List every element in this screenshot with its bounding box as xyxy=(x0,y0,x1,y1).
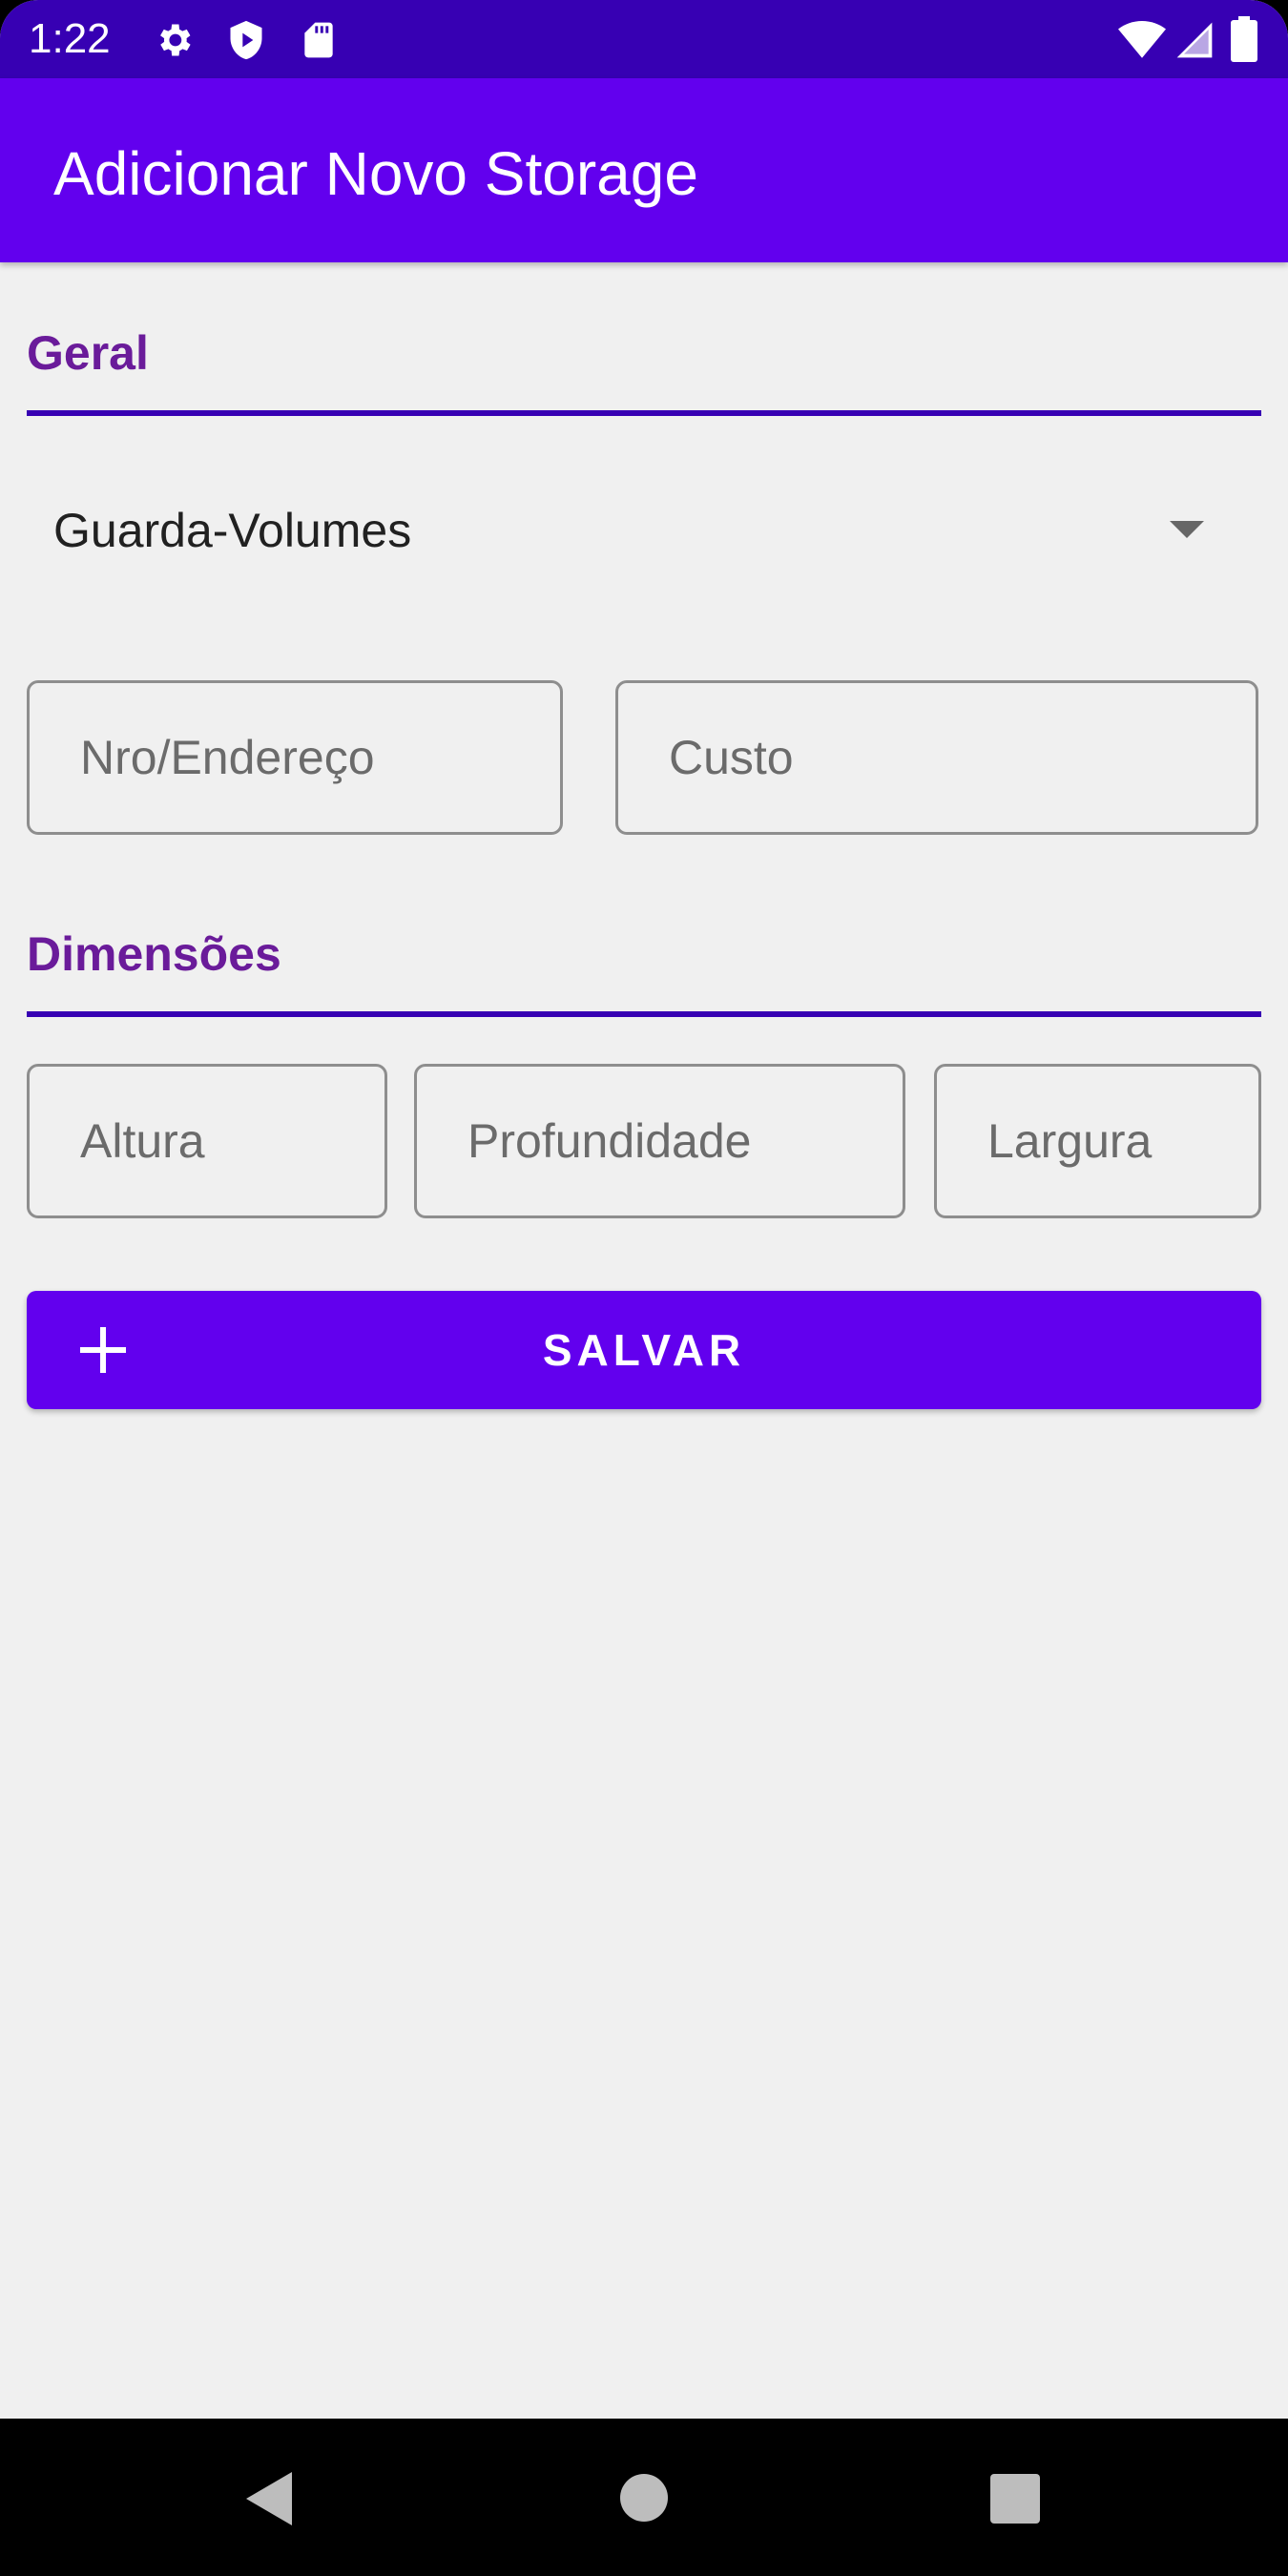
storage-type-value: Guarda-Volumes xyxy=(53,504,412,557)
height-field[interactable] xyxy=(27,1064,387,1218)
gear-icon xyxy=(160,24,191,56)
storage-type-spinner[interactable]: Guarda-Volumes xyxy=(27,477,1261,584)
height-input[interactable] xyxy=(30,1067,384,1215)
cost-input[interactable] xyxy=(618,683,1256,832)
section-title-dimensions: Dimensões xyxy=(27,927,281,981)
save-button[interactable]: SALVAR xyxy=(27,1291,1261,1409)
signal-icon xyxy=(1176,22,1213,58)
number-address-input[interactable] xyxy=(30,683,560,832)
dropdown-arrow-icon xyxy=(1170,521,1204,538)
app-bar: Adicionar Novo Storage xyxy=(0,78,1288,262)
number-address-field[interactable] xyxy=(27,680,563,835)
app-screen: 1:22 Adicionar Novo Storage Geral Guarda… xyxy=(0,0,1288,2576)
section-title-general: Geral xyxy=(27,326,149,380)
back-icon[interactable] xyxy=(246,2472,292,2525)
depth-input[interactable] xyxy=(417,1067,903,1215)
battery-icon xyxy=(1231,16,1257,62)
shield-play-icon xyxy=(230,20,262,60)
status-time: 1:22 xyxy=(29,15,111,62)
section-divider-general xyxy=(27,410,1261,416)
sd-card-icon xyxy=(304,22,333,58)
width-input[interactable] xyxy=(937,1067,1258,1215)
home-icon[interactable] xyxy=(620,2474,668,2522)
depth-field[interactable] xyxy=(414,1064,905,1218)
status-bar: 1:22 xyxy=(0,0,1288,78)
section-divider-dimensions xyxy=(27,1011,1261,1017)
recents-icon[interactable] xyxy=(990,2474,1040,2524)
navigation-bar xyxy=(0,2419,1288,2576)
cost-field[interactable] xyxy=(615,680,1258,835)
page-title: Adicionar Novo Storage xyxy=(53,139,698,208)
save-button-label: SALVAR xyxy=(542,1325,746,1375)
wifi-icon xyxy=(1118,21,1166,58)
width-field[interactable] xyxy=(934,1064,1261,1218)
